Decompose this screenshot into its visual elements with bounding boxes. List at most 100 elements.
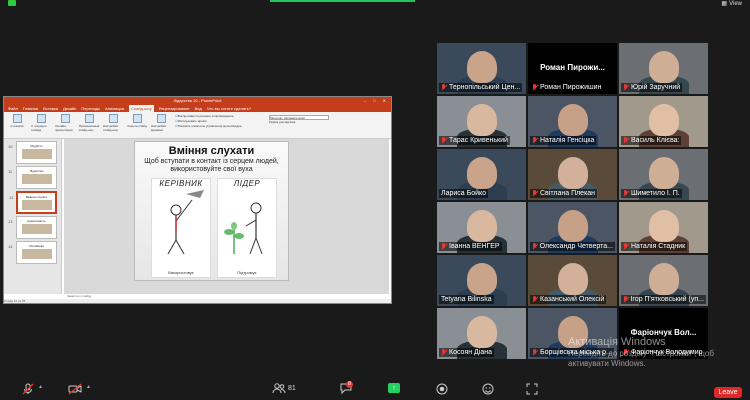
tab-review[interactable]: Рецензирование — [159, 105, 190, 112]
start-video-button[interactable] — [68, 383, 82, 394]
participant-tile[interactable]: Роман Пирожи... Роман Пирожишин — [528, 43, 617, 94]
tell-me-box[interactable]: Что вы хотите сделать? — [207, 105, 251, 112]
participant-video-head — [467, 51, 497, 83]
view-button[interactable]: ▦ View — [721, 0, 742, 8]
participant-name: Василь Клієва: — [631, 137, 680, 144]
participant-tile[interactable]: Тернопільський Цен... — [437, 43, 526, 94]
show-media-controls-checkbox[interactable]: Показать элементы управления мультимедиа — [175, 124, 265, 129]
participant-name: Лариса Бойко — [441, 190, 487, 197]
participant-tile[interactable]: Шиметило І. П. — [619, 149, 708, 200]
hide-slide-icon — [132, 114, 142, 123]
participant-name: Ігор П'ятковський (уп... — [630, 296, 704, 303]
participant-name: Іванна ВЕНГЕР — [449, 243, 500, 250]
slide-thumbnail-selected[interactable]: 12 Вміння слухати — [9, 191, 57, 214]
muted-mic-icon — [441, 349, 447, 356]
reactions-button[interactable] — [482, 383, 494, 394]
view-label: View — [729, 0, 742, 7]
window-controls[interactable]: – □ ✕ — [364, 97, 389, 105]
tab-home[interactable]: Главная — [23, 105, 38, 112]
screen-share-indicator[interactable] — [270, 0, 415, 2]
tab-view[interactable]: Вид — [195, 105, 202, 112]
participant-tile[interactable]: Косоян Діана — [437, 308, 526, 359]
ribbon-label: Произвольный слайд-шоу — [78, 124, 100, 132]
chat-button[interactable]: 8 — [340, 381, 353, 394]
muted-mic-icon — [532, 137, 538, 144]
leader-drawing-icon — [224, 202, 263, 255]
ribbon-label: Скрыть слайд — [127, 124, 147, 128]
muted-mic-icon — [532, 84, 538, 91]
watermark-line: активувати Windows. — [568, 359, 646, 368]
grid-icon: ▦ — [721, 1, 728, 7]
tab-insert[interactable]: Вставка — [43, 105, 58, 112]
tab-transitions[interactable]: Переходы — [81, 105, 100, 112]
participant-video-head — [558, 104, 588, 136]
slide-thumbnail[interactable]: 13 Креативність — [8, 216, 57, 239]
slide-editor[interactable]: Вміння слухати Щоб вступати в контакт із… — [64, 139, 389, 294]
tab-slideshow[interactable]: Слайд-шоу — [128, 105, 154, 112]
ribbon-tabs: Файл Главная Вставка Дизайн Переходы Ани… — [4, 105, 391, 112]
window-title: Лідерство 10 - PowerPoint — [173, 98, 222, 103]
participant-tile[interactable]: Олександр Четверта... — [528, 202, 617, 253]
participant-name: Юрій Заручний — [631, 84, 681, 91]
participant-tile[interactable]: Тарас Кривенький — [437, 96, 526, 147]
fullscreen-icon — [526, 383, 538, 394]
participant-tile[interactable]: Казанський Олексій — [528, 255, 617, 306]
hide-slide-button[interactable]: Скрыть слайд — [127, 114, 147, 136]
video-options-caret[interactable]: ▲ — [86, 384, 91, 390]
from-beginning-button[interactable]: С начала — [7, 114, 27, 136]
participant-name-label: Світлана Плекан — [530, 189, 598, 198]
participant-tile[interactable]: Наталія Генсіцка — [528, 96, 617, 147]
unmute-button[interactable] — [22, 383, 34, 394]
setup-show-button[interactable]: Настройка слайд-шоу — [103, 114, 123, 136]
from-current-button[interactable]: С текущего слайда — [31, 114, 51, 136]
participant-name-label: Наталія Генсіцка — [530, 136, 597, 145]
custom-show-icon — [84, 114, 94, 123]
participant-tile[interactable]: Іванна ВЕНГЕР — [437, 202, 526, 253]
present-online-button[interactable]: Онлайн-презентация — [55, 114, 75, 136]
participants-button[interactable]: 81 — [272, 383, 296, 394]
participant-name-label: Юрій Заручний — [621, 83, 683, 92]
tab-file[interactable]: Файл — [8, 105, 18, 112]
slide-thumbnail[interactable]: 14 Мотивація — [8, 241, 57, 264]
participant-video-head — [649, 157, 679, 189]
share-screen-button[interactable]: ↑ — [388, 383, 400, 393]
participant-tile[interactable]: Лариса Бойко — [437, 149, 526, 200]
participant-video-head — [558, 157, 588, 189]
participant-tile[interactable]: Світлана Плекан — [528, 149, 617, 200]
rehearse-timings-button[interactable]: Настройка времени — [151, 114, 171, 136]
online-icon — [60, 114, 70, 123]
leave-button[interactable]: Leave — [714, 387, 742, 398]
shared-screen[interactable]: Лідерство 10 - PowerPoint – □ ✕ Файл Гла… — [3, 96, 392, 304]
participant-name: Олександр Четверта... — [539, 243, 613, 250]
fullscreen-button[interactable] — [526, 383, 538, 394]
muted-mic-icon — [623, 243, 629, 250]
thumbnail-title: Мудрість — [30, 144, 43, 148]
tab-design[interactable]: Дизайн — [63, 105, 76, 112]
participant-tile[interactable]: Ігор П'ятковський (уп... — [619, 255, 708, 306]
thumbnail-title: Лідерство — [29, 169, 44, 173]
audio-options-caret[interactable]: ▲ — [38, 384, 43, 390]
participant-video-head — [649, 210, 679, 242]
slide-thumbnails[interactable]: 10 Мудрість 11 Лідерство 12 Вміння слухати … — [4, 139, 62, 294]
encryption-shield-icon[interactable] — [8, 0, 16, 6]
status-bar: Слайд 12 из 35 — [4, 299, 391, 303]
slide-thumbnail[interactable]: 10 Мудрість — [8, 141, 57, 164]
ribbon-label: С текущего слайда — [31, 124, 47, 132]
thumbnail-image — [21, 174, 52, 184]
slide-thumbnail[interactable]: 11 Лідерство — [8, 166, 57, 189]
thumbnail-title: Вміння слухати — [25, 195, 48, 199]
participant-video-head — [467, 263, 497, 295]
participant-video-head — [558, 263, 588, 295]
participant-tile[interactable]: Tetyana Bilinska — [437, 255, 526, 306]
manager-drawing-icon — [167, 190, 204, 255]
participant-name: Tetyana Bilinska — [441, 296, 492, 303]
zoom-meeting-window: ▦ View Лідерство 10 - PowerPoint – □ ✕ Ф… — [0, 0, 750, 400]
participant-video-head — [649, 263, 679, 295]
participant-tile[interactable]: Юрій Заручний — [619, 43, 708, 94]
participant-tile[interactable]: Наталія Стадник — [619, 202, 708, 253]
record-button[interactable] — [436, 383, 448, 394]
tab-animations[interactable]: Анимация — [105, 105, 124, 112]
participant-tile[interactable]: Василь Клієва: — [619, 96, 708, 147]
current-slide[interactable]: Вміння слухати Щоб вступати в контакт із… — [134, 141, 289, 281]
custom-show-button[interactable]: Произвольный слайд-шоу — [79, 114, 99, 136]
